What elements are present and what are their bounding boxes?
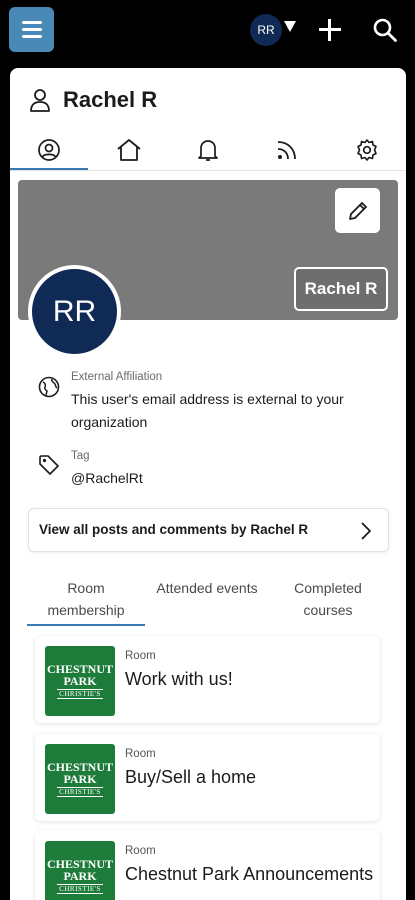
profile-tabs [10, 130, 406, 172]
room-name: Buy/Sell a home [125, 767, 257, 787]
tab-room-membership[interactable]: Room membership [27, 577, 145, 621]
person-icon [30, 89, 50, 112]
hamburger-icon [21, 21, 42, 24]
active-tab-indicator [10, 168, 88, 170]
affiliation-value: This user's email address is external to… [71, 391, 344, 430]
subtab-active-indicator [27, 624, 145, 626]
menu-button[interactable] [9, 7, 54, 52]
tabs-divider [10, 170, 406, 171]
tab-attended-events[interactable]: Attended events [148, 577, 266, 599]
bell-icon [198, 140, 218, 161]
room-type-label: Room [125, 845, 156, 857]
account-avatar[interactable]: RR [250, 14, 282, 46]
pencil-icon [348, 201, 367, 220]
profile-avatar: RR [28, 265, 121, 358]
room-type-label: Room [125, 650, 156, 662]
gear-icon [357, 139, 377, 161]
globe-icon [38, 376, 60, 398]
tag-label: Tag [71, 450, 90, 462]
cover-name-badge: Rachel R [294, 267, 388, 311]
profile-name: Rachel R [63, 87, 158, 112]
top-bar: RR [0, 0, 415, 60]
tag-value: @RachelRt [71, 470, 143, 486]
room-card[interactable]: CHESTNUT PARK CHRISTIE'S Room Work with … [35, 636, 380, 723]
home-icon [117, 139, 141, 161]
chevron-right-icon [361, 522, 371, 540]
tab-completed-courses[interactable]: Completed courses [269, 577, 387, 621]
chestnut-park-logo: CHESTNUT PARK CHRISTIE'S [45, 646, 115, 716]
view-all-posts-button[interactable]: View all posts and comments by Rachel R [28, 508, 389, 552]
view-all-posts-label: View all posts and comments by Rachel R [39, 522, 309, 537]
chestnut-park-logo: CHESTNUT PARK CHRISTIE'S [45, 744, 115, 814]
tab-home[interactable] [90, 130, 168, 170]
search-icon[interactable] [372, 17, 398, 43]
room-name: Chestnut Park Announcements [125, 864, 374, 884]
room-card[interactable]: CHESTNUT PARK CHRISTIE'S Room Buy/Sell a… [35, 734, 380, 821]
add-icon[interactable] [318, 18, 342, 42]
profile-icon [38, 139, 60, 161]
tab-settings[interactable] [328, 130, 406, 170]
edit-profile-button[interactable] [335, 188, 380, 233]
room-type-label: Room [125, 748, 156, 760]
tag-icon [39, 455, 59, 475]
tab-notifications[interactable] [169, 130, 247, 170]
tab-profile[interactable] [10, 130, 88, 170]
room-name: Work with us! [125, 669, 233, 689]
feed-icon [277, 141, 296, 160]
chestnut-park-logo: CHESTNUT PARK CHRISTIE'S [45, 841, 115, 900]
caret-down-icon[interactable] [284, 21, 296, 32]
tab-feed[interactable] [248, 130, 326, 170]
affiliation-label: External Affiliation [71, 371, 163, 383]
room-card[interactable]: CHESTNUT PARK CHRISTIE'S Room Chestnut P… [35, 831, 380, 900]
